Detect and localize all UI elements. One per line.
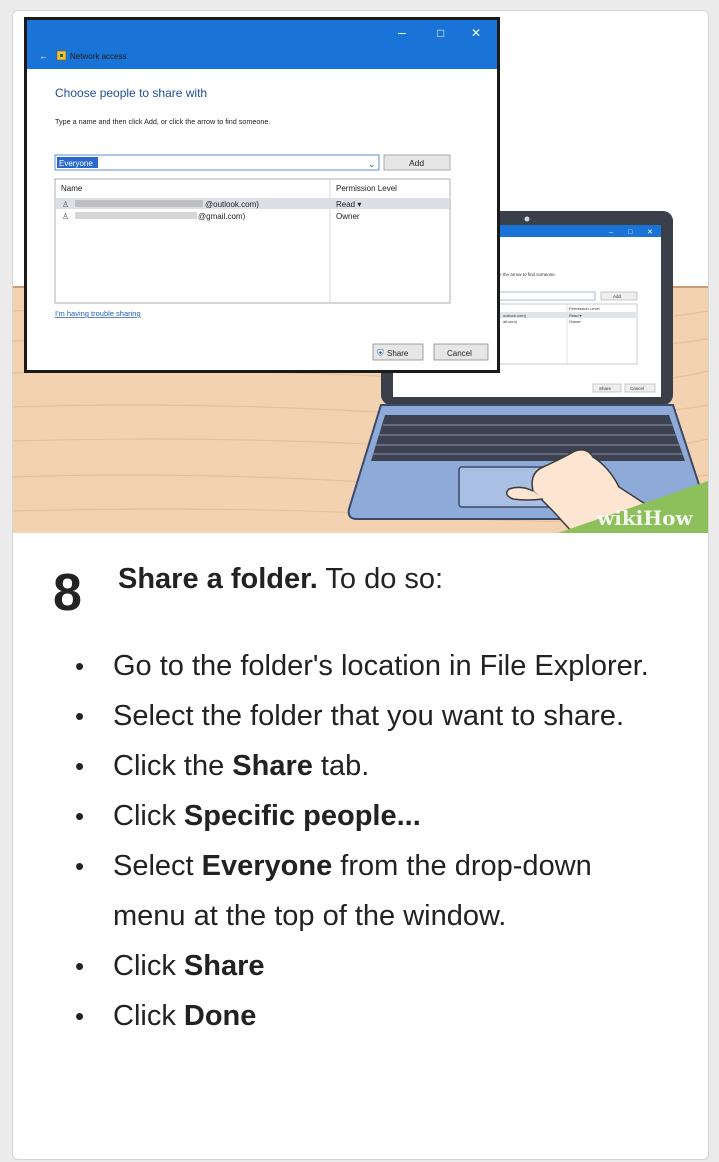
list-item: Click Specific people... xyxy=(73,791,663,841)
minimize-button[interactable]: – xyxy=(398,24,406,40)
chevron-down-icon[interactable]: ⌄ xyxy=(368,159,376,169)
cancel-button-label: Cancel xyxy=(447,349,472,358)
permission-dropdown[interactable]: Read ▾ xyxy=(336,200,361,209)
column-name: Name xyxy=(61,184,83,193)
laptop-share-button: Share xyxy=(599,386,612,391)
step-lead-text: To do so: xyxy=(325,563,444,595)
laptop-row-permission: Owner xyxy=(569,319,581,324)
step-bullet-list: Go to the folder's location in File Expl… xyxy=(73,641,663,1041)
illustration-svg: – □ ✕ e the arrow to find someone. Add P… xyxy=(13,11,708,533)
permission-owner: Owner xyxy=(336,212,360,221)
add-button-label: Add xyxy=(409,158,424,168)
list-item: Click the Share tab. xyxy=(73,741,663,791)
list-item: Go to the folder's location in File Expl… xyxy=(73,641,663,691)
laptop-col-permission: Permission Level xyxy=(569,306,600,311)
shield-icon: ⛨ xyxy=(377,348,384,358)
laptop-instruction: e the arrow to find someone. xyxy=(499,272,556,277)
dialog-heading: Choose people to share with xyxy=(55,86,207,100)
svg-text:–: – xyxy=(609,229,613,236)
back-arrow-icon[interactable]: ← xyxy=(39,51,48,61)
blurred-name xyxy=(75,200,203,207)
list-item: Select Everyone from the drop-down menu … xyxy=(73,841,663,941)
row-email: @gmail.com) xyxy=(198,212,246,221)
blurred-name xyxy=(75,212,197,219)
people-input-value: Everyone xyxy=(59,159,93,168)
step-illustration: – □ ✕ e the arrow to find someone. Add P… xyxy=(13,11,708,533)
people-combobox[interactable] xyxy=(54,154,380,171)
laptop-row-permission: Read ▾ xyxy=(569,313,582,318)
step-content: 8 Share a folder. To do so: Go to the fo… xyxy=(13,533,708,1159)
row-email: @outlook.com) xyxy=(205,200,259,209)
list-item: Click Done xyxy=(73,991,663,1041)
close-button[interactable]: ✕ xyxy=(471,26,481,40)
watermark: wikiHow xyxy=(596,506,694,530)
trouble-sharing-link[interactable]: I'm having trouble sharing xyxy=(55,309,141,318)
maximize-button[interactable]: □ xyxy=(437,26,444,40)
article-step-card: – □ ✕ e the arrow to find someone. Add P… xyxy=(12,10,709,1160)
dialog-instruction: Type a name and then click Add, or click… xyxy=(55,117,270,126)
permissions-table xyxy=(54,178,451,304)
column-permission: Permission Level xyxy=(336,184,397,193)
dialog-title: Network access xyxy=(70,52,126,61)
step-lead: Share a folder. To do so: xyxy=(118,563,443,596)
dialog-titlebar xyxy=(27,20,497,69)
list-item: Click Share xyxy=(73,941,663,991)
list-item: Select the folder that you want to share… xyxy=(73,691,663,741)
laptop-row-name: outlook.com) xyxy=(503,313,527,318)
laptop-row-name: ail.com) xyxy=(503,319,518,324)
user-icon: ♙ xyxy=(62,200,69,209)
step-title: Share a folder. xyxy=(118,563,318,595)
svg-text:✕: ✕ xyxy=(647,229,653,236)
share-button-label: Share xyxy=(387,349,409,358)
webcam-icon xyxy=(524,216,530,222)
user-icon: ♙ xyxy=(62,212,69,221)
laptop-add-button: Add xyxy=(613,294,622,299)
laptop-cancel-button: Cancel xyxy=(630,386,644,391)
step-number: 8 xyxy=(53,564,82,622)
